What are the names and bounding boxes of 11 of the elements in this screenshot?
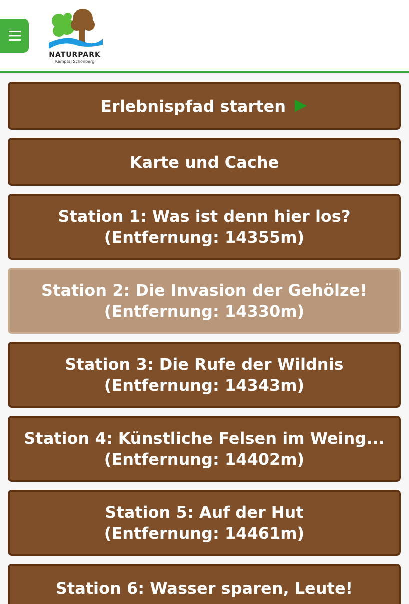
station-button[interactable]: Station 5: Auf der Hut (Entfernung: 14461m) (8, 490, 401, 556)
station-button[interactable]: Station 3: Die Rufe der Wildnis (Entfernung: 14343m) (8, 342, 401, 408)
menu-button[interactable] (0, 18, 29, 52)
logo-icon (47, 7, 103, 51)
play-icon (294, 98, 308, 112)
start-button[interactable]: Erlebnispfad starten (8, 82, 401, 130)
station-button[interactable]: Karte und Cache (8, 138, 401, 186)
station-button[interactable]: Station 6: Wasser sparen, Leute! (8, 564, 401, 604)
station-button[interactable]: Station 4: Künstliche Felsen im Weing... (Entfernung: 14402m) (8, 416, 401, 482)
station-button[interactable]: Station 1: Was ist denn hier los? (Entfernung: 14355m) (8, 194, 401, 260)
menu-icon (8, 30, 20, 42)
